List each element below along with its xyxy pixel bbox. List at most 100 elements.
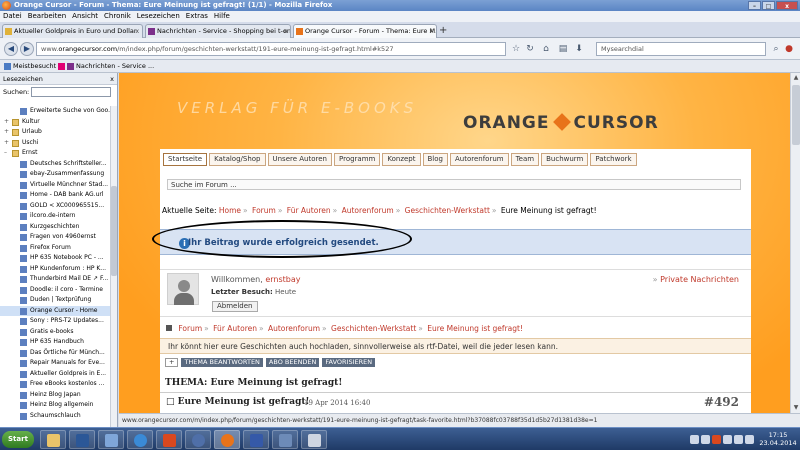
breadcrumb-fuer-autoren[interactable]: Für Autoren: [287, 206, 331, 215]
menu-chronik[interactable]: Chronik: [101, 11, 134, 22]
nav-team[interactable]: Team: [510, 153, 540, 166]
bookmark-item[interactable]: ebay-Zusammenfassung: [0, 169, 110, 180]
bookmark-item[interactable]: Duden | Textprüfung: [0, 295, 110, 306]
forum-crumb-autorenforum[interactable]: Autorenforum: [268, 324, 320, 333]
taskbar-firefox[interactable]: [214, 430, 240, 449]
nav-programm[interactable]: Programm: [334, 153, 381, 166]
clock[interactable]: 17:15 23.04.2014: [758, 431, 798, 447]
bookmark-item[interactable]: Heinz Blog allgemein: [0, 400, 110, 411]
minimize-button[interactable]: –: [748, 1, 761, 10]
taskbar-ie[interactable]: [127, 430, 153, 449]
bookmark-item[interactable]: HP Kundenforum : HP K...: [0, 264, 110, 275]
bookmark-item[interactable]: HP 635 Handbuch: [0, 337, 110, 348]
bookmark-item[interactable]: Kurzgeschichten: [0, 222, 110, 233]
taskbar-calculator[interactable]: [301, 430, 327, 449]
url-bar[interactable]: www.orangecursor.com/m/index.php/forum/g…: [36, 42, 506, 56]
star-icon[interactable]: ☆: [510, 43, 522, 55]
tray-icon[interactable]: [712, 435, 721, 444]
forum-crumb-geschichten-werkstatt[interactable]: Geschichten-Werkstatt: [331, 324, 416, 333]
orange-cursor-logo[interactable]: ORANGE CURSOR: [463, 113, 659, 133]
search-engine-icon[interactable]: ⌕: [770, 43, 782, 55]
tab-t-online[interactable]: Nachrichten - Service - Shopping bei t-o…: [145, 24, 291, 38]
bookmark-item[interactable]: ilcoro.de-intern: [0, 211, 110, 222]
nav-startseite[interactable]: Startseite: [163, 153, 208, 166]
bookmark-meistbesucht[interactable]: Meistbesucht: [4, 60, 56, 73]
breadcrumb-autorenforum[interactable]: Autorenforum: [342, 206, 394, 215]
close-window-button[interactable]: x: [776, 1, 798, 10]
tab-goldpreis[interactable]: Aktueller Goldpreis in Euro und Dollar x: [2, 24, 143, 38]
addon-icon[interactable]: ●: [783, 43, 795, 55]
forum-crumb-forum[interactable]: Forum: [178, 324, 202, 333]
taskbar-word[interactable]: [69, 430, 95, 449]
favorite-button[interactable]: FAVORISIEREN: [322, 358, 376, 367]
tree-toggle-icon[interactable]: +: [4, 138, 9, 149]
nav-konzept[interactable]: Konzept: [382, 153, 421, 166]
username-link[interactable]: ernstbay: [265, 275, 300, 284]
page-scrollbar[interactable]: ▲ ▼: [790, 73, 800, 413]
tree-toggle-icon[interactable]: +: [4, 127, 9, 138]
bookmark-item[interactable]: Firefox Forum: [0, 243, 110, 254]
bookmark-item[interactable]: Doodle: il coro - Termine: [0, 285, 110, 296]
expand-button[interactable]: +: [165, 358, 179, 367]
bookmark-t-online[interactable]: Nachrichten - Service ...: [58, 60, 154, 73]
reply-button[interactable]: THEMA BEANTWORTEN: [181, 358, 263, 367]
taskbar-thunderbird[interactable]: [185, 430, 211, 449]
menu-hilfe[interactable]: Hilfe: [211, 11, 233, 22]
forum-search-input[interactable]: Suche im Forum ...: [167, 179, 741, 190]
nav-unsere-autoren[interactable]: Unsere Autoren: [267, 153, 332, 166]
private-messages-link[interactable]: » Private Nachrichten: [653, 275, 739, 284]
sidebar-scrollbar[interactable]: [110, 106, 117, 427]
bookmark-item[interactable]: Orange Cursor - Home: [0, 305, 110, 316]
post-number[interactable]: #492: [704, 395, 739, 409]
back-button[interactable]: ◀: [4, 42, 18, 56]
scroll-up-icon[interactable]: ▲: [791, 73, 800, 83]
bookmark-item[interactable]: HP 635 Notebook PC - ...: [0, 253, 110, 264]
taskbar-monitor[interactable]: [98, 430, 124, 449]
bookmark-folder[interactable]: + Kultur: [0, 117, 110, 128]
menu-bearbeiten[interactable]: Bearbeiten: [25, 11, 69, 22]
bookmark-item[interactable]: Sony : PRS-T2 Updates...: [0, 316, 110, 327]
bookmark-item[interactable]: Gratis e-books: [0, 327, 110, 338]
tab-close-icon[interactable]: x: [283, 25, 287, 38]
bookmark-item[interactable]: Das Örtliche für Münch...: [0, 348, 110, 359]
forum-crumb-current[interactable]: Eure Meinung ist gefragt!: [427, 324, 523, 333]
tray-icon[interactable]: [701, 435, 710, 444]
forum-crumb-fuer-autoren[interactable]: Für Autoren: [213, 324, 257, 333]
unsubscribe-button[interactable]: ABO BEENDEN: [265, 358, 320, 367]
sidebar-search-input[interactable]: [31, 87, 111, 97]
bookmark-item[interactable]: Thunderbird Mail DE ↗ F...: [0, 274, 110, 285]
scroll-down-icon[interactable]: ▼: [791, 403, 800, 413]
nav-autorenforum[interactable]: Autorenforum: [449, 153, 509, 166]
tray-icon[interactable]: [690, 435, 699, 444]
menu-lesezeichen[interactable]: Lesezeichen: [134, 11, 183, 22]
logout-button[interactable]: Abmelden: [212, 301, 258, 312]
maximize-button[interactable]: □: [762, 1, 775, 10]
new-tab-button[interactable]: +: [439, 25, 447, 36]
nav-katalog-shop[interactable]: Katalog/Shop: [209, 153, 266, 166]
tray-icon[interactable]: [723, 435, 732, 444]
tab-close-icon[interactable]: x: [135, 25, 139, 38]
bookmark-item[interactable]: Fragen von 4960ernst: [0, 232, 110, 243]
taskbar-app-red[interactable]: [156, 430, 182, 449]
nav-blog[interactable]: Blog: [422, 153, 448, 166]
bookmark-item[interactable]: GOLD < XC000965515...: [0, 201, 110, 212]
print-icon[interactable]: ▤: [557, 43, 569, 55]
page-scroll-thumb[interactable]: [792, 85, 800, 145]
bookmark-item[interactable]: Repair Manuals for Eve...: [0, 358, 110, 369]
bookmark-item[interactable]: Erweiterte Suche von Goo...: [0, 106, 110, 117]
start-button[interactable]: Start: [2, 431, 34, 448]
tree-toggle-icon[interactable]: +: [4, 117, 9, 128]
volume-icon[interactable]: [745, 435, 754, 444]
bookmark-item[interactable]: Deutsches Schriftsteller...: [0, 159, 110, 170]
avatar[interactable]: [167, 273, 199, 305]
home-icon[interactable]: ⌂: [540, 43, 552, 55]
reload-icon[interactable]: ↻: [524, 43, 536, 55]
breadcrumb-forum[interactable]: Forum: [252, 206, 276, 215]
menu-datei[interactable]: Datei: [0, 11, 25, 22]
download-icon[interactable]: ⬇: [573, 43, 585, 55]
bookmark-folder[interactable]: + Urlaub: [0, 127, 110, 138]
breadcrumb-home[interactable]: Home: [219, 206, 241, 215]
taskbar-screenshot[interactable]: [272, 430, 298, 449]
bookmark-item[interactable]: Schaumschlauch: [0, 411, 110, 422]
breadcrumb-geschichten-werkstatt[interactable]: Geschichten-Werkstatt: [405, 206, 490, 215]
